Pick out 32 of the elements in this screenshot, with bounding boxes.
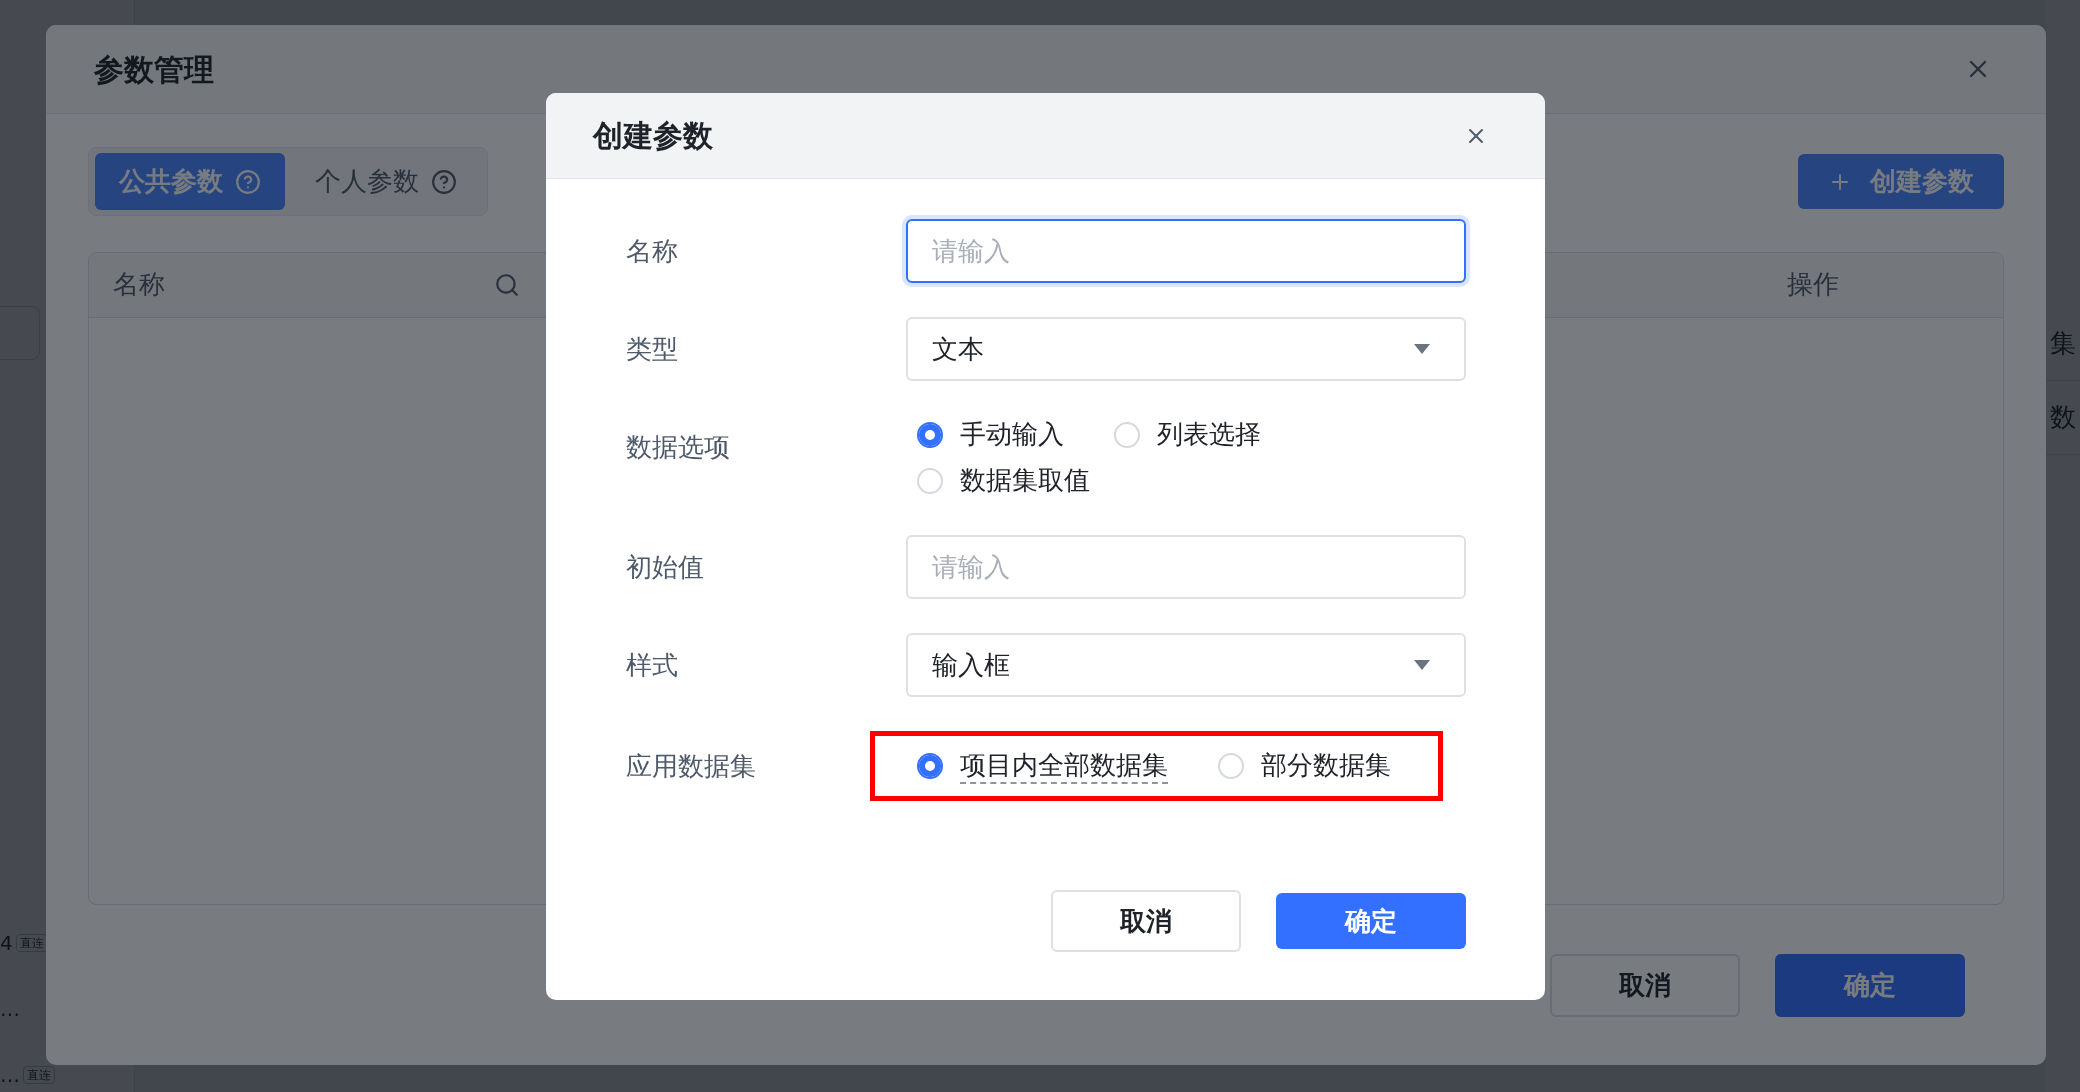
field-label: 初始值: [626, 551, 704, 584]
search-icon[interactable]: [494, 272, 520, 298]
help-icon[interactable]: [431, 168, 457, 195]
radio-button[interactable]: [917, 753, 943, 779]
option-label[interactable]: 手动输入: [960, 417, 1064, 453]
select-field[interactable]: 输入框: [906, 633, 1466, 697]
list-text: …: [0, 1064, 20, 1086]
option-label[interactable]: 项目内全部数据集: [960, 748, 1168, 784]
secondary-button[interactable]: 取消: [1550, 954, 1740, 1017]
primary-button[interactable]: 确定: [1276, 893, 1466, 949]
list-text: 4: [0, 932, 13, 954]
field-label: 应用数据集: [626, 750, 756, 783]
select-field[interactable]: 文本: [906, 317, 1466, 381]
option-label[interactable]: 部分数据集: [1261, 748, 1391, 784]
secondary-button[interactable]: 取消: [1051, 890, 1241, 952]
column-header: 名称: [113, 268, 165, 302]
caret-icon: [1414, 344, 1430, 354]
radio-button[interactable]: [917, 422, 943, 448]
option-label[interactable]: 列表选择: [1157, 417, 1261, 453]
text-input[interactable]: 请输入: [906, 219, 1466, 283]
field-label: 数据选项: [626, 431, 730, 464]
field-label: 类型: [626, 333, 678, 366]
modal-title: 创建参数: [593, 117, 713, 155]
option-label[interactable]: 数据集取值: [960, 463, 1090, 499]
column-header: 操作: [1787, 268, 1839, 302]
field-label: 样式: [626, 649, 678, 682]
field-label: 名称: [626, 235, 678, 268]
dialog-title: 参数管理: [94, 50, 214, 89]
cell-text: 数: [2050, 401, 2076, 434]
caret-icon: [1414, 660, 1430, 670]
cell-text: 集: [2050, 327, 2076, 360]
list-text: …: [0, 998, 20, 1020]
